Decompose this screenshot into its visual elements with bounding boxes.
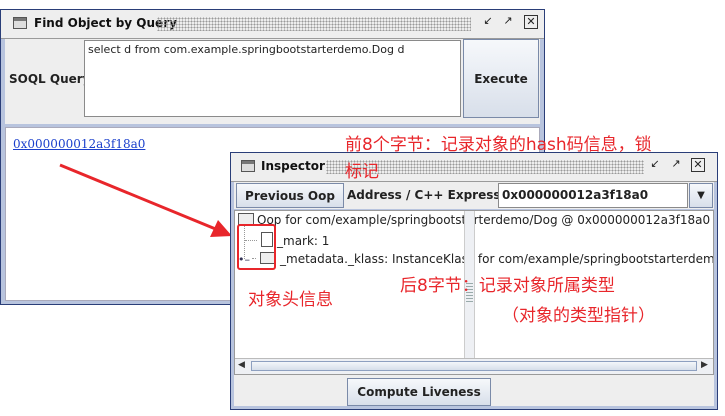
annotation-header-label: 对象头信息 (248, 290, 333, 310)
annotation-highlight-box (237, 224, 276, 270)
address-dropdown-button[interactable]: ▼ (689, 183, 713, 208)
inspector-titlebar[interactable]: Inspector ↙ ↗ ✕ (231, 153, 717, 182)
horizontal-scrollbar[interactable]: ◀ ▶ (235, 358, 713, 374)
compute-liveness-button[interactable]: Compute Liveness (347, 378, 491, 406)
address-input[interactable]: 0x000000012a3f18a0 (498, 183, 688, 208)
scroll-right-icon[interactable]: ▶ (701, 360, 708, 370)
close-icon[interactable]: ✕ (691, 158, 705, 172)
scrollbar-thumb[interactable] (251, 361, 697, 371)
inspector-title: Inspector (261, 159, 325, 173)
annotation-klass-line2: （对象的类型指针） (502, 306, 655, 326)
previous-oop-button[interactable]: Previous Oop (236, 183, 344, 208)
tree-klass-row[interactable]: •– _metadata._klass: InstanceKlass for co… (238, 252, 714, 266)
tree-klass-label: _metadata._klass: InstanceKlass for com/… (280, 252, 714, 266)
inspector-bottom-bar: Compute Liveness (234, 375, 714, 406)
window-icon (241, 160, 255, 172)
annotation-klass-line1: 后8字节：记录对象所属类型 (400, 276, 615, 296)
tree-root-label: Oop for com/example/springbootstarterdem… (257, 213, 711, 227)
tree-mark-label: _mark: 1 (277, 234, 330, 248)
chevron-down-icon: ▼ (697, 190, 705, 201)
minimize-icon[interactable]: ↙ (648, 158, 662, 172)
annotation-mark-line1: 前8个字节：记录对象的hash码信息，锁 (345, 135, 652, 155)
maximize-icon[interactable]: ↗ (669, 158, 683, 172)
scroll-left-icon[interactable]: ◀ (238, 360, 245, 370)
annotation-mark-line2: 标记 (345, 162, 379, 182)
inspector-toolbar: Previous Oop Address / C++ Expression: 0… (234, 182, 714, 209)
